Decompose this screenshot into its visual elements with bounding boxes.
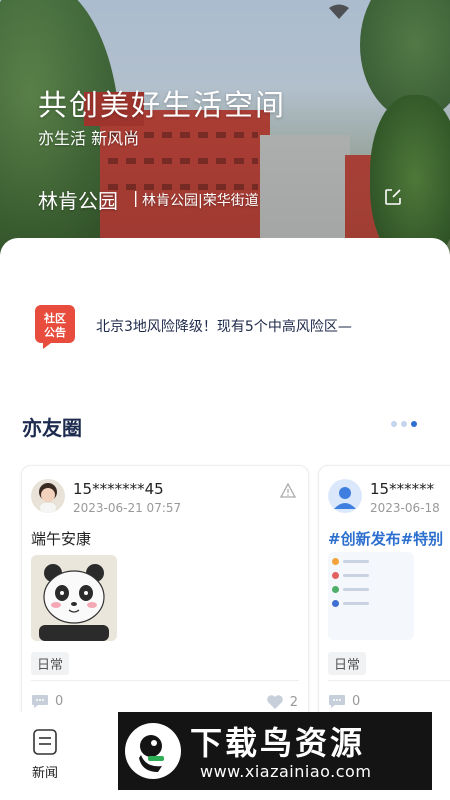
mini-row (332, 586, 369, 593)
notice-badge-line2: 公告 (44, 325, 66, 339)
notice-headline[interactable]: 北京3地风险降级！现有5个中高风险区— (96, 316, 352, 336)
comment-icon (329, 695, 345, 708)
community-name[interactable]: 林肯公园 (38, 185, 118, 214)
default-avatar-icon (328, 479, 362, 513)
panda-image-icon (31, 555, 117, 641)
carousel-indicator (391, 421, 417, 427)
comment-count: 0 (352, 694, 361, 709)
post-card[interactable]: 15*******45 2023-06-21 07:57 端午安康 日常 0 2 (21, 465, 309, 727)
tab-news-label: 新闻 (31, 766, 58, 781)
hero-banner: 共创美好生活空间 亦生活 新风尚 林肯公园 | 林肯公园|荣华街道 (0, 0, 450, 255)
divider (31, 680, 299, 681)
comment-icon (32, 695, 48, 708)
mini-row (332, 558, 369, 565)
tab-news[interactable]: 新闻 (28, 728, 62, 781)
watermark-title: 下载鸟资源 (190, 724, 366, 762)
report-warning-icon[interactable] (280, 483, 296, 499)
child-avatar-icon (31, 479, 65, 513)
avatar[interactable] (31, 479, 65, 513)
carousel-dot (401, 421, 407, 427)
location-separator: | (133, 188, 139, 207)
hero-title: 共创美好生活空间 (38, 88, 287, 122)
post-image[interactable] (31, 555, 117, 641)
comment-count: 0 (55, 694, 64, 709)
post-tag[interactable]: 日常 (31, 652, 70, 675)
post-image[interactable] (328, 552, 414, 640)
hero-subtitle: 亦生活 新风尚 (38, 129, 140, 148)
wifi-icon (329, 4, 349, 19)
edit-icon[interactable] (384, 188, 402, 206)
bird-logo-icon (125, 723, 181, 779)
friends-circle-title: 亦友圈 (22, 416, 82, 440)
post-text: 端午安康 (31, 530, 92, 548)
carousel-dot (391, 421, 397, 427)
avatar[interactable] (328, 479, 362, 513)
post-time: 2023-06-18 (370, 501, 440, 515)
like-button[interactable]: 2 (266, 694, 298, 710)
post-username: 15****** (370, 480, 435, 498)
comment-button[interactable]: 0 (31, 694, 63, 709)
carousel-dot-active (411, 421, 417, 427)
watermark-banner: 下载鸟资源 www.xiazainiao.com (118, 712, 432, 790)
post-hashtag-text: #创新发布#特别 (328, 530, 444, 548)
watermark-url: www.xiazainiao.com (200, 762, 372, 781)
post-card[interactable]: 15****** 2023-06-18 #创新发布#特别 日常 0 (318, 465, 450, 727)
mini-row (332, 572, 369, 579)
location-detail: 林肯公园|荣华街道 (142, 193, 259, 209)
community-notice-icon: 社区 公告 (35, 305, 75, 349)
post-username: 15*******45 (73, 480, 164, 498)
post-tag[interactable]: 日常 (328, 652, 367, 675)
news-icon (33, 729, 57, 755)
divider (328, 680, 450, 681)
mini-row (332, 600, 369, 607)
notice-badge-line1: 社区 (43, 311, 66, 325)
post-time: 2023-06-21 07:57 (73, 501, 182, 515)
heart-icon (266, 695, 283, 709)
like-count: 2 (289, 694, 298, 710)
comment-button[interactable]: 0 (328, 694, 360, 709)
